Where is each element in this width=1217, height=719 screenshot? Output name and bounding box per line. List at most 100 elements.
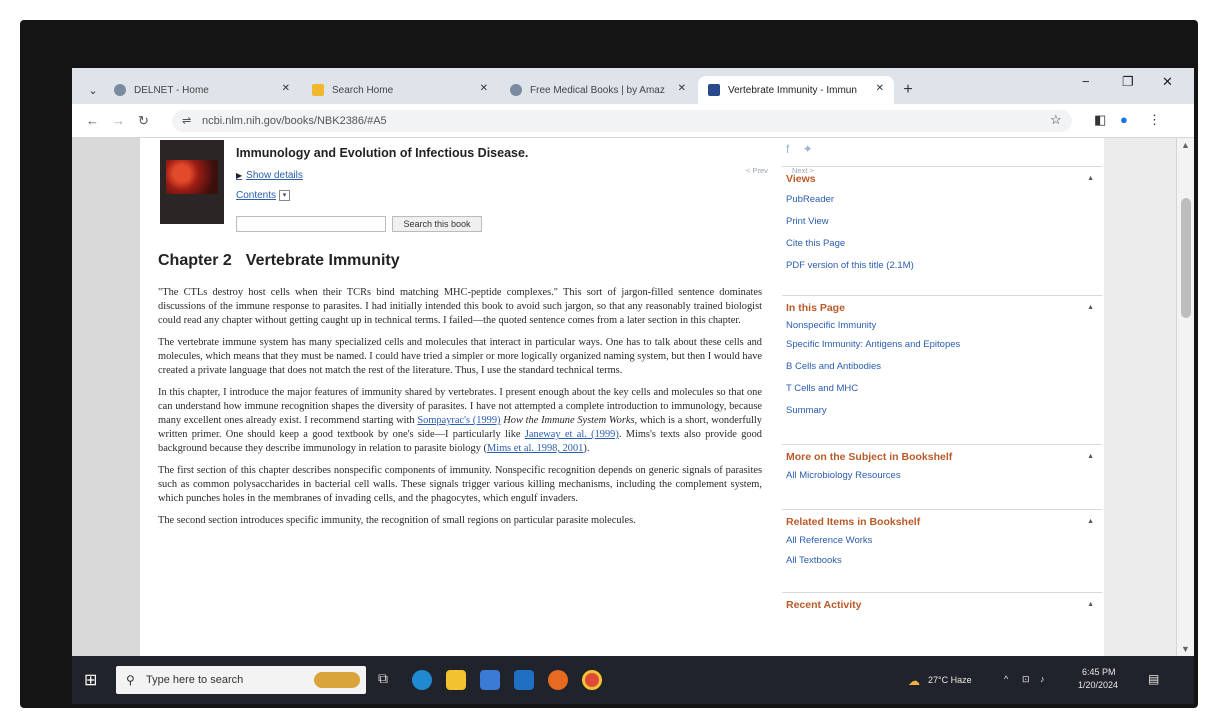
collapse-icon[interactable]: ▲ xyxy=(1087,518,1094,525)
paragraph: The first section of this chapter descri… xyxy=(158,465,762,504)
monitor-bezel: ⌄ DELNET - Home ✕ Search Home ✕ Free Med… xyxy=(20,20,1198,708)
collapse-icon[interactable]: ▲ xyxy=(1087,304,1094,311)
tab-close-icon[interactable]: ✕ xyxy=(282,83,290,94)
tab-search-menu-icon[interactable]: ⌄ xyxy=(82,76,104,104)
recent-activity-panel: Recent Activity ▲ xyxy=(782,592,1102,623)
task-view-icon[interactable]: ⧉ xyxy=(378,670,398,690)
globe-icon xyxy=(510,84,522,96)
toc-summary[interactable]: Summary xyxy=(786,400,1098,422)
browser-tab-bar: ⌄ DELNET - Home ✕ Search Home ✕ Free Med… xyxy=(72,68,1194,104)
search-book-button[interactable]: Search this book xyxy=(392,216,482,232)
close-window-button[interactable]: ✕ xyxy=(1162,74,1173,90)
screen: ⌄ DELNET - Home ✕ Search Home ✕ Free Med… xyxy=(72,68,1194,704)
pdf-version-link[interactable]: PDF version of this title (2.1M) xyxy=(786,255,1098,277)
scroll-up-icon[interactable]: ▲ xyxy=(1181,140,1190,150)
notifications-icon[interactable]: ▤ xyxy=(1148,672,1159,686)
print-view-link[interactable]: Print View xyxy=(786,211,1098,233)
toc-nonspecific-immunity[interactable]: Nonspecific Immunity xyxy=(786,318,1098,334)
reload-icon[interactable]: ↻ xyxy=(138,113,149,129)
windows-start-icon[interactable]: ⊞ xyxy=(84,670,97,690)
volume-icon[interactable]: ♪ xyxy=(1040,674,1045,684)
chrome-icon[interactable] xyxy=(582,670,602,690)
bookshelf-icon xyxy=(708,84,720,96)
cite-page-link[interactable]: Cite this Page xyxy=(786,233,1098,255)
side-panel-icon[interactable]: ◧ xyxy=(1094,112,1106,128)
store-icon[interactable] xyxy=(480,670,500,690)
paragraph: The second section introduces specific i… xyxy=(158,515,636,526)
web-page: Immunology and Evolution of Infectious D… xyxy=(140,138,1104,656)
tab-close-icon[interactable]: ✕ xyxy=(876,83,884,94)
cover-title-decoration xyxy=(166,144,218,156)
paragraph: "The CTLs destroy host cells when their … xyxy=(158,287,762,326)
search-book-input[interactable] xyxy=(236,216,386,232)
book-title-italic: How the Immune System Works xyxy=(503,415,635,426)
firefox-icon[interactable] xyxy=(548,670,568,690)
tab-label: Search Home xyxy=(332,84,394,96)
collapse-icon[interactable]: ▲ xyxy=(1087,175,1094,182)
related-items-title: Related Items in Bookshelf xyxy=(786,516,921,528)
recent-activity-title: Recent Activity xyxy=(786,599,862,611)
contents-link[interactable]: Contents ▾ xyxy=(236,190,291,202)
contents-label: Contents xyxy=(236,190,277,202)
clock-date[interactable]: 1/20/2024 xyxy=(1078,680,1118,690)
new-tab-button[interactable]: + xyxy=(896,76,920,104)
chapter-number: Chapter 2 xyxy=(158,252,232,269)
tab-close-icon[interactable]: ✕ xyxy=(480,83,488,94)
minimize-button[interactable]: − xyxy=(1082,74,1090,89)
citation-link-sompayrac[interactable]: Sompayrac's (1999) xyxy=(417,415,500,426)
paragraph: In this chapter, I introduce the major f… xyxy=(158,386,762,456)
clock-time[interactable]: 6:45 PM xyxy=(1082,667,1116,677)
profile-icon[interactable]: ● xyxy=(1120,112,1128,127)
file-explorer-icon[interactable] xyxy=(446,670,466,690)
citation-link-janeway[interactable]: Janeway et al. (1999) xyxy=(525,429,619,440)
tab-label: Free Medical Books | by Amaz xyxy=(530,84,665,96)
citation-link-mims[interactable]: Mims et al. 1998, 2001 xyxy=(487,443,583,454)
tab-close-icon[interactable]: ✕ xyxy=(678,83,686,94)
maximize-button[interactable]: ❐ xyxy=(1122,74,1134,90)
edge-icon[interactable] xyxy=(412,670,432,690)
tab-free-medical-books[interactable]: Free Medical Books | by Amaz ✕ xyxy=(500,76,696,104)
views-panel: Views ▲ PubReader Print View Cite this P… xyxy=(782,166,1102,285)
search-icon: ⚲ xyxy=(126,673,135,687)
twitter-icon[interactable]: ✦ xyxy=(803,142,813,156)
toc-t-cells[interactable]: T Cells and MHC xyxy=(786,378,1098,400)
prev-link[interactable]: < Prev xyxy=(746,166,768,175)
chevron-down-icon[interactable]: ▾ xyxy=(279,190,291,201)
collapse-icon[interactable]: ▲ xyxy=(1087,601,1094,608)
taskbar: ⊞ ⚲ Type here to search ⧉ ☁ 27°C Haze ^ … xyxy=(72,656,1194,704)
pubreader-link[interactable]: PubReader xyxy=(786,189,1098,211)
scroll-down-icon[interactable]: ▼ xyxy=(1181,644,1190,654)
collapse-icon[interactable]: ▲ xyxy=(1087,453,1094,460)
chapter-title: Vertebrate Immunity xyxy=(245,252,400,269)
forward-arrow-icon[interactable]: → xyxy=(112,113,125,128)
scroll-thumb[interactable] xyxy=(1181,198,1191,318)
show-details-link[interactable]: ▶ Show details xyxy=(236,170,303,181)
textbooks-link[interactable]: All Textbooks xyxy=(786,550,1098,572)
tab-delnet-home[interactable]: DELNET - Home ✕ xyxy=(104,76,300,104)
scrollbar[interactable]: ▲ ▼ xyxy=(1176,138,1194,656)
book-cover-image[interactable] xyxy=(160,140,224,224)
tab-label: Vertebrate Immunity - Immun xyxy=(728,84,857,96)
tab-search-home[interactable]: Search Home ✕ xyxy=(302,76,498,104)
show-hidden-icons-icon[interactable]: ^ xyxy=(1004,674,1008,684)
taskbar-search-box[interactable]: ⚲ Type here to search xyxy=(116,666,366,694)
taskbar-search-placeholder: Type here to search xyxy=(146,674,244,686)
mail-icon[interactable] xyxy=(514,670,534,690)
weather-text[interactable]: 27°C Haze xyxy=(928,675,972,685)
tab-vertebrate-immunity[interactable]: Vertebrate Immunity - Immun ✕ xyxy=(698,76,894,104)
facebook-icon[interactable]: f xyxy=(786,142,789,156)
back-arrow-icon[interactable]: ← xyxy=(86,113,99,128)
views-title: Views xyxy=(786,173,816,185)
microbiology-resources-link[interactable]: All Microbiology Resources xyxy=(786,467,1098,485)
cover-art xyxy=(166,160,218,194)
toc-specific-immunity[interactable]: Specific Immunity: Antigens and Epitopes xyxy=(786,334,1098,356)
paragraph: The vertebrate immune system has many sp… xyxy=(158,337,762,376)
reference-works-link[interactable]: All Reference Works xyxy=(786,532,1098,550)
url-field[interactable]: ⇌ ncbi.nlm.nih.gov/books/NBK2386/#A5 xyxy=(172,110,1072,132)
bookmark-star-icon[interactable]: ☆ xyxy=(1050,112,1062,128)
weather-icon: ☁ xyxy=(908,674,920,688)
network-icon[interactable]: ⊡ xyxy=(1022,674,1030,685)
site-info-icon[interactable]: ⇌ xyxy=(182,110,191,132)
browser-menu-icon[interactable]: ⋮ xyxy=(1148,112,1161,128)
toc-b-cells[interactable]: B Cells and Antibodies xyxy=(786,356,1098,378)
